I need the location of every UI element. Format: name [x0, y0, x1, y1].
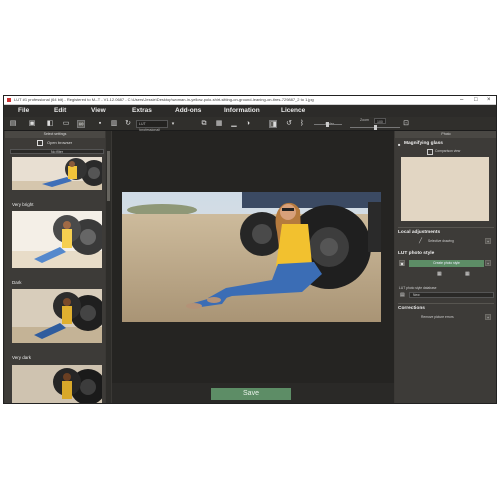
- print-icon[interactable]: ▥: [110, 120, 118, 128]
- scrollbar-thumb[interactable]: [107, 151, 110, 201]
- menu-edit[interactable]: Edit: [54, 107, 66, 114]
- toolbar: ▤ ▣ ◧ ▭ ∞ ▪ ▥ ↻ LUT (professional) ▾ ⧉ ▦…: [4, 117, 496, 132]
- expand-magnifier-icon[interactable]: ■: [398, 142, 400, 147]
- camera-raw-icon[interactable]: ▭: [62, 120, 70, 128]
- menu-extras[interactable]: Extras: [132, 107, 152, 114]
- settings-scrollbar[interactable]: [106, 131, 111, 403]
- app-icon: [7, 98, 11, 102]
- zoom-value[interactable]: 100: [374, 118, 386, 124]
- open-browser-button[interactable]: Open browser: [47, 140, 72, 145]
- database-icon: ▤: [400, 292, 405, 298]
- histogram-icon[interactable]: ▁: [230, 120, 238, 128]
- maximize-icon[interactable]: □: [474, 96, 478, 104]
- app-window: LUT #1 professional (64 bit) - Registere…: [3, 95, 497, 404]
- compare-icon[interactable]: [427, 149, 433, 155]
- copy-icon[interactable]: ⧉: [200, 120, 208, 128]
- lut-database-label: LUT photo style database: [399, 286, 437, 290]
- divider: [398, 303, 494, 304]
- settings-panel: Select settings Open browser No filter V…: [5, 131, 105, 403]
- preset-image-3: [12, 289, 102, 343]
- menu-licence[interactable]: Licence: [281, 107, 305, 114]
- window-title: LUT #1 professional (64 bit) - Registere…: [14, 97, 314, 102]
- bluetooth-icon[interactable]: ᛒ: [298, 120, 306, 128]
- save-icon[interactable]: ▪: [96, 120, 104, 128]
- preset-thumbnail-3[interactable]: [12, 289, 102, 343]
- photo-image: [122, 192, 381, 322]
- menu-information[interactable]: Information: [224, 107, 260, 114]
- color-wheel-icon[interactable]: ◑: [244, 120, 252, 128]
- link-icon[interactable]: ∞: [77, 120, 85, 128]
- database-value: New: [413, 293, 420, 297]
- magnifying-glass-title[interactable]: Magnifying glass: [404, 141, 443, 146]
- preset-label-very-bright: Very bright: [12, 202, 34, 207]
- lut-photo-style-title: LUT photo style: [398, 251, 435, 256]
- settings-header: Select settings: [5, 131, 105, 138]
- local-adjustments-toggle[interactable]: +: [485, 238, 491, 244]
- close-icon[interactable]: ×: [487, 96, 491, 104]
- browser-icon[interactable]: [37, 140, 43, 146]
- open-icon[interactable]: ▣: [28, 120, 36, 128]
- export-icon[interactable]: ▦: [465, 271, 470, 277]
- menu-view[interactable]: View: [91, 107, 106, 114]
- local-adjustments-title: Local adjustments: [398, 230, 441, 235]
- comparison-view-label[interactable]: Comparison view: [435, 149, 460, 153]
- preset-thumbnail-4[interactable]: [12, 365, 102, 403]
- refresh-icon[interactable]: ↻: [124, 120, 132, 128]
- preset-thumbnail-1[interactable]: [12, 157, 102, 190]
- compare-icon[interactable]: ◨: [269, 120, 277, 128]
- image-canvas[interactable]: [112, 131, 394, 383]
- brush-icon[interactable]: ╱: [419, 238, 422, 244]
- save-button[interactable]: Save: [211, 388, 291, 400]
- save-bar: Save: [112, 383, 394, 403]
- preset-label-very-dark: Very dark: [12, 355, 32, 360]
- menu-add-ons[interactable]: Add-ons: [175, 107, 201, 114]
- remove-errors-label[interactable]: Remove picture errors: [421, 315, 454, 319]
- lut-style-add[interactable]: +: [485, 260, 491, 266]
- zoom-label: Zoom: [360, 118, 369, 122]
- batch-icon[interactable]: ◧: [46, 120, 54, 128]
- divider: [398, 227, 494, 228]
- preset-image-1: [12, 157, 102, 190]
- paste-icon[interactable]: ▦: [215, 120, 223, 128]
- title-bar: LUT #1 professional (64 bit) - Registere…: [4, 96, 496, 105]
- create-photo-style-button[interactable]: Create photo style: [409, 260, 484, 267]
- preset-image-4: [12, 365, 102, 403]
- lut-select[interactable]: LUT (professional): [136, 120, 168, 132]
- preset-thumbnail-2[interactable]: [12, 211, 102, 268]
- rotate-icon[interactable]: ↺: [285, 120, 293, 128]
- opacity-slider-thumb[interactable]: [326, 122, 329, 127]
- lut-style-toggle[interactable]: ▣: [399, 260, 405, 266]
- magnifier-preview: [401, 157, 489, 221]
- zoom-fit-icon[interactable]: ⊡: [402, 120, 410, 128]
- menu-bar: File Edit View Extras Add-ons Informatio…: [4, 105, 496, 117]
- preset-image-2: [12, 211, 102, 268]
- minimize-icon[interactable]: –: [460, 96, 463, 104]
- menu-file[interactable]: File: [18, 107, 29, 114]
- corrections-title: Corrections: [398, 306, 425, 311]
- import-icon[interactable]: ▦: [437, 271, 442, 277]
- new-icon[interactable]: ▤: [9, 120, 17, 128]
- selective-drawing-label[interactable]: Selective drawing: [428, 239, 454, 243]
- database-select[interactable]: New: [409, 292, 494, 298]
- photo-header: Photo: [395, 131, 496, 138]
- preset-label-dark: Dark: [12, 280, 22, 285]
- filter-select[interactable]: No filter: [10, 149, 104, 154]
- photo-panel: Photo ■ Magnifying glass Comparison view…: [395, 131, 496, 403]
- main-photo[interactable]: [122, 192, 381, 322]
- dropdown-icon[interactable]: ▾: [169, 120, 177, 128]
- corrections-toggle[interactable]: +: [485, 314, 491, 320]
- zoom-slider-thumb[interactable]: [374, 125, 377, 130]
